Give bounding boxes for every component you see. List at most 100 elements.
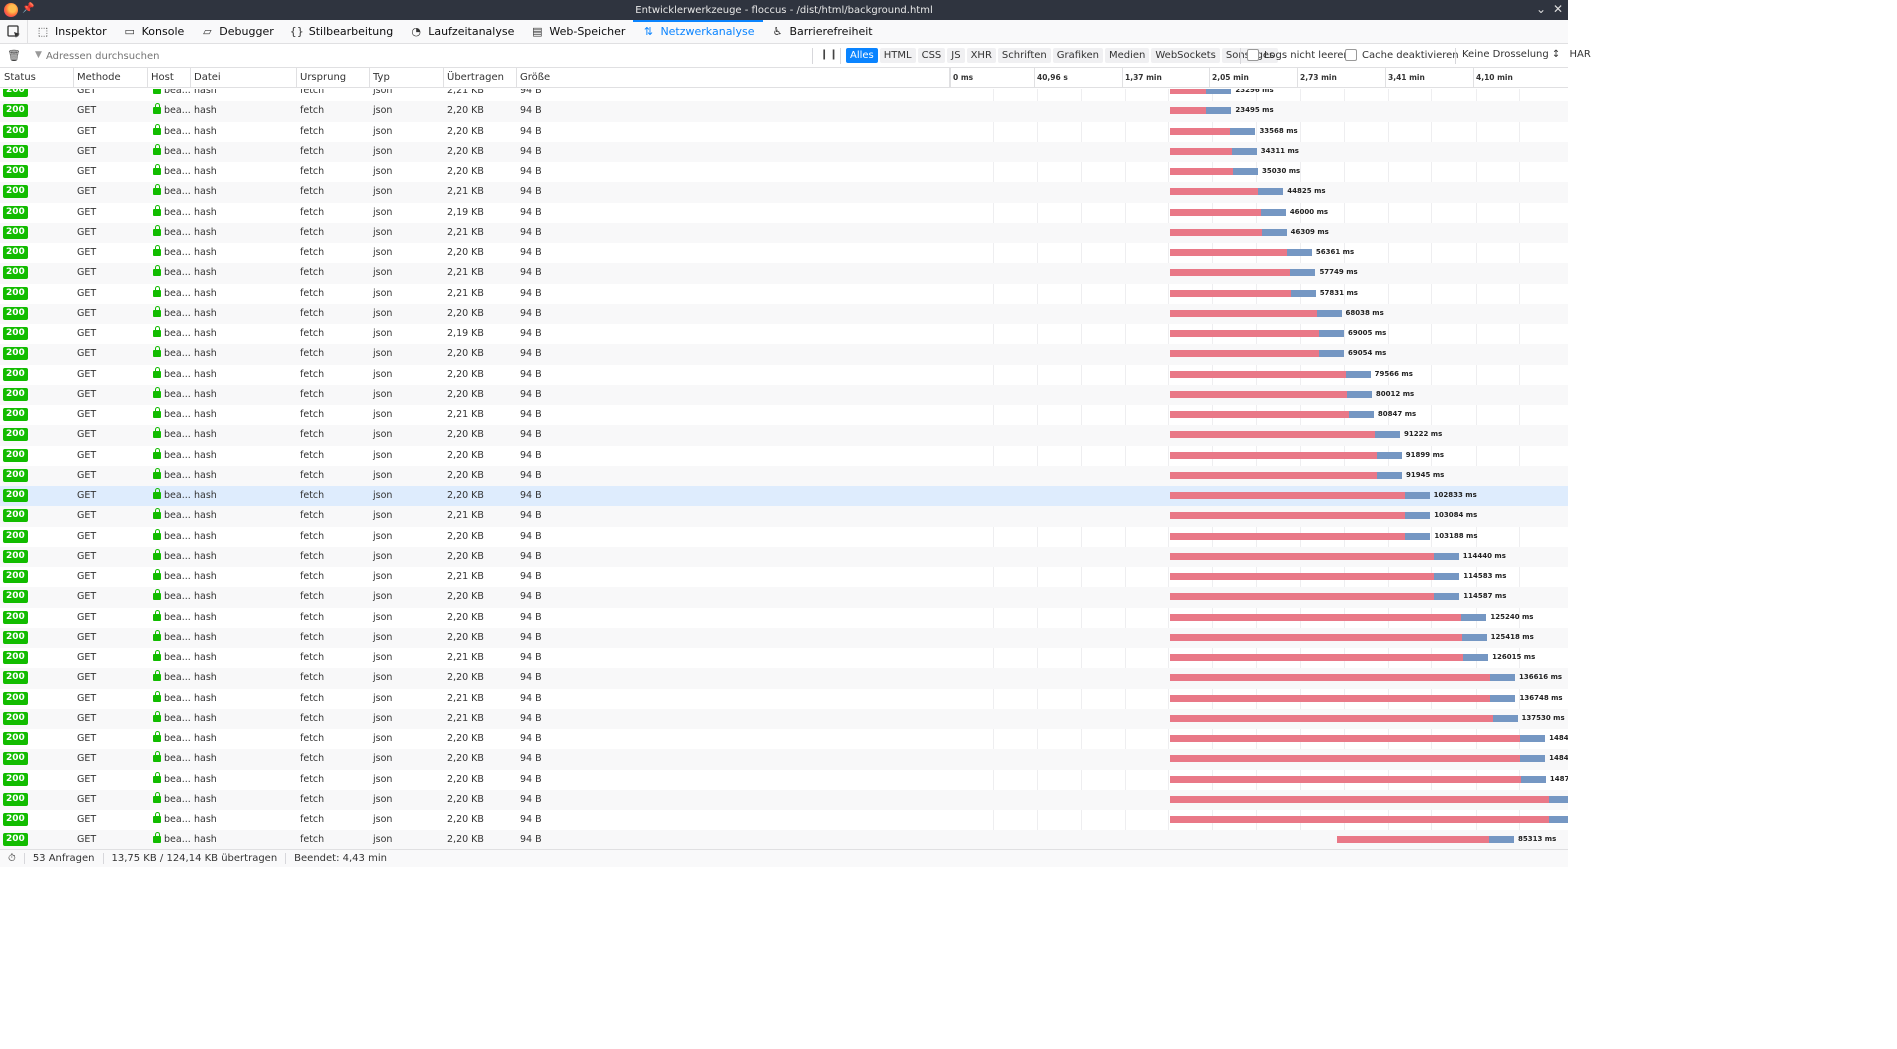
table-row[interactable]: 200 GET hash fetch json 2,21 KB 94 B bea... 5774… [0, 263, 1568, 284]
table-row[interactable]: 200 GET hash fetch json 2,20 KB 94 B bea... 1031… [0, 527, 1568, 547]
filter-type-html[interactable]: HTML [879, 48, 916, 63]
column-divider[interactable] [73, 68, 74, 88]
filter-type-schriften[interactable]: Schriften [997, 48, 1051, 63]
filter-type-js[interactable]: JS [947, 48, 965, 63]
stopwatch-icon[interactable]: ⏱ [0, 853, 25, 864]
column-divider[interactable] [443, 68, 444, 88]
table-row[interactable]: 200 GET hash fetch json 2,20 KB 94 B bea... 9189… [0, 446, 1568, 466]
table-row[interactable]: 200 GET hash fetch json 2,20 KB 94 B bea... 3431… [0, 141, 1568, 162]
request-file: hash [194, 105, 217, 117]
table-row[interactable]: 200 GET hash fetch json 2,21 KB 94 B bea... 1375… [0, 708, 1568, 729]
persist-logs-checkbox[interactable]: Logs nicht leeren [1247, 49, 1350, 61]
checkbox-box[interactable] [1345, 49, 1357, 61]
filter-type-medien[interactable]: Medien [1104, 48, 1150, 63]
table-row[interactable]: 200 GET hash fetch json 2,20 KB 94 B bea... 2349… [0, 101, 1568, 122]
chevron-down-icon[interactable]: ⌄ [1536, 2, 1546, 16]
lock-icon [153, 609, 161, 621]
table-row[interactable]: 200 GET hash fetch json 2,21 KB 94 B bea... 4482… [0, 182, 1568, 203]
column-divider[interactable] [296, 68, 297, 88]
table-row[interactable]: 200 GET hash fetch json 2,21 KB 94 B bea... 1030… [0, 506, 1568, 527]
table-row[interactable]: 200 GET hash fetch json 2,20 KB 94 B bea... 1487… [0, 770, 1568, 790]
table-row[interactable]: 200 GET hash fetch json 2,21 KB 94 B bea... 1367… [0, 689, 1568, 709]
table-row[interactable]: 200 GET hash fetch json 2,19 KB 94 B bea... 4600… [0, 203, 1568, 223]
tab-barrierefreiheit[interactable]: ♿ Barrierefreiheit [763, 20, 881, 43]
request-method: GET [77, 834, 97, 846]
tab-stilbearbeitung[interactable]: {} Stilbearbeitung [282, 20, 401, 43]
table-row[interactable]: 200 GET hash fetch json 2,21 KB 94 B bea... 5783… [0, 284, 1568, 304]
table-row[interactable]: 200 GET hash fetch json 2,19 KB 94 B bea... 6900… [0, 324, 1568, 344]
disable-cache-checkbox[interactable]: Cache deaktivieren [1345, 49, 1459, 61]
table-row[interactable]: 200 GET hash fetch json 2,20 KB 94 B bea... 9194… [0, 465, 1568, 486]
tab-debugger[interactable]: ▱ Debugger [192, 20, 281, 43]
column-divider[interactable] [516, 68, 517, 88]
table-row[interactable]: 200 GET hash fetch json 2,21 KB 94 B bea... 1145… [0, 567, 1568, 587]
request-file: hash [194, 328, 217, 339]
table-row[interactable]: 200 GET hash fetch json 2,21 KB 94 B bea... 2329… [0, 89, 1568, 101]
request-size: 94 B [520, 490, 542, 501]
timing-total-label: 68038 ms [1345, 308, 1384, 317]
lock-icon [153, 508, 161, 520]
column-method[interactable]: Methode [77, 72, 121, 83]
pause-button[interactable]: ❙❙ [820, 49, 839, 60]
table-row[interactable]: 200 GET hash fetch json 2,20 KB 94 B bea... 7956… [0, 365, 1568, 385]
timing-receive-bar [1319, 350, 1345, 358]
table-row[interactable]: 200 GET hash fetch json 2,20 KB 94 B bea... 3356… [0, 122, 1568, 142]
table-row[interactable]: 200GEThashfetchjson2,20 KB94 Bbea...1600… [0, 810, 1568, 830]
table-row[interactable]: 200 GET hash fetch json 2,20 KB 94 B bea... 8001… [0, 384, 1568, 405]
column-origin[interactable]: Ursprung [300, 72, 346, 83]
table-row[interactable]: 200 GET hash fetch json 2,20 KB 94 B bea... 1484… [0, 749, 1568, 770]
request-host: bea... [153, 690, 191, 704]
column-transferred[interactable]: Übertragen [447, 72, 504, 83]
checkbox-box[interactable] [1247, 49, 1259, 61]
table-row[interactable]: 200 GET hash fetch json 2,20 KB 94 B bea... 1144… [0, 546, 1568, 567]
tab-netzwerkanalyse[interactable]: ⇅ Netzwerkanalyse [633, 20, 763, 43]
table-row[interactable]: 200 GET hash fetch json 2,20 KB 94 B bea... 6803… [0, 303, 1568, 324]
filter-type-xhr[interactable]: XHR [966, 48, 996, 63]
request-file: hash [194, 793, 217, 805]
table-row[interactable]: 200 GET hash fetch json 2,20 KB 94 B bea... 6905… [0, 344, 1568, 365]
column-file[interactable]: Datei [194, 72, 221, 83]
tab-konsole[interactable]: ▭ Konsole [115, 20, 193, 43]
column-size[interactable]: Größe [520, 72, 550, 83]
table-row[interactable]: 200 GET hash fetch json 2,21 KB 94 B bea... 1260… [0, 648, 1568, 668]
request-size: 94 B [520, 652, 542, 663]
table-row[interactable]: 200 GET hash fetch json 2,20 KB 94 B bea... 3503… [0, 162, 1568, 182]
table-row[interactable]: 200 GET hash fetch json 2,20 KB 94 B bea... 1484… [0, 729, 1568, 749]
table-row[interactable]: 200GEThashfetchjson2,20 KB94 Bbea...1599… [0, 789, 1568, 810]
column-host[interactable]: Host [151, 72, 174, 83]
tab-laufzeitanalyse[interactable]: ◔ Laufzeitanalyse [401, 20, 522, 43]
column-status[interactable]: Status [4, 72, 36, 83]
filter-type-websockets[interactable]: WebSockets [1151, 48, 1220, 63]
lock-icon [153, 589, 161, 601]
filter-type-grafiken[interactable]: Grafiken [1052, 48, 1103, 63]
table-row[interactable]: 200 GET hash fetch json 2,20 KB 94 B bea... 1254… [0, 627, 1568, 648]
pin-icon[interactable]: 📌 [22, 3, 34, 14]
table-row[interactable]: 200 GET hash fetch json 2,20 KB 94 B bea... 9122… [0, 425, 1568, 446]
table-row[interactable]: 200 GET hash fetch json 2,20 KB 94 B bea... 1366… [0, 668, 1568, 689]
close-icon[interactable]: ✕ [1553, 2, 1563, 16]
column-divider[interactable] [190, 68, 191, 88]
lock-icon [153, 670, 161, 682]
table-row[interactable]: 200 GET hash fetch json 2,20 KB 94 B bea... 1252… [0, 608, 1568, 628]
tab-inspektor[interactable]: ⬚ Inspektor [28, 20, 115, 43]
column-divider[interactable] [147, 68, 148, 88]
table-row[interactable]: 200 GET hash fetch json 2,20 KB 94 B bea... 1028… [0, 486, 1568, 507]
clear-log-button[interactable]: 🗑 [0, 49, 28, 62]
table-row[interactable]: 200 GET hash fetch json 2,21 KB 94 B bea... 4630… [0, 222, 1568, 243]
request-method: GET [77, 388, 97, 400]
har-menu-button[interactable]: HAR [1570, 49, 1591, 60]
url-filter-input[interactable] [32, 48, 802, 64]
column-type[interactable]: Typ [373, 72, 390, 83]
table-row[interactable]: 200 GET hash fetch json 2,20 KB 94 B bea... 5636… [0, 243, 1568, 263]
filter-type-css[interactable]: CSS [917, 48, 946, 63]
column-divider[interactable] [369, 68, 370, 88]
timing-receive-bar [1230, 127, 1256, 135]
table-row[interactable]: 200 GET hash fetch json 2,20 KB 94 B bea... 8531… [0, 830, 1568, 849]
element-picker-button[interactable] [0, 20, 28, 43]
filter-type-alles[interactable]: Alles [846, 48, 878, 63]
tab-web-speicher[interactable]: ▤ Web-Speicher [522, 20, 633, 43]
table-row[interactable]: 200 GET hash fetch json 2,20 KB 94 B bea... 1145… [0, 587, 1568, 608]
throttling-select[interactable]: Keine Drosselung ↕ HAR [1462, 49, 1591, 60]
table-row[interactable]: 200 GET hash fetch json 2,21 KB 94 B bea... 8084… [0, 405, 1568, 425]
timeline-tick-line [1385, 68, 1386, 88]
